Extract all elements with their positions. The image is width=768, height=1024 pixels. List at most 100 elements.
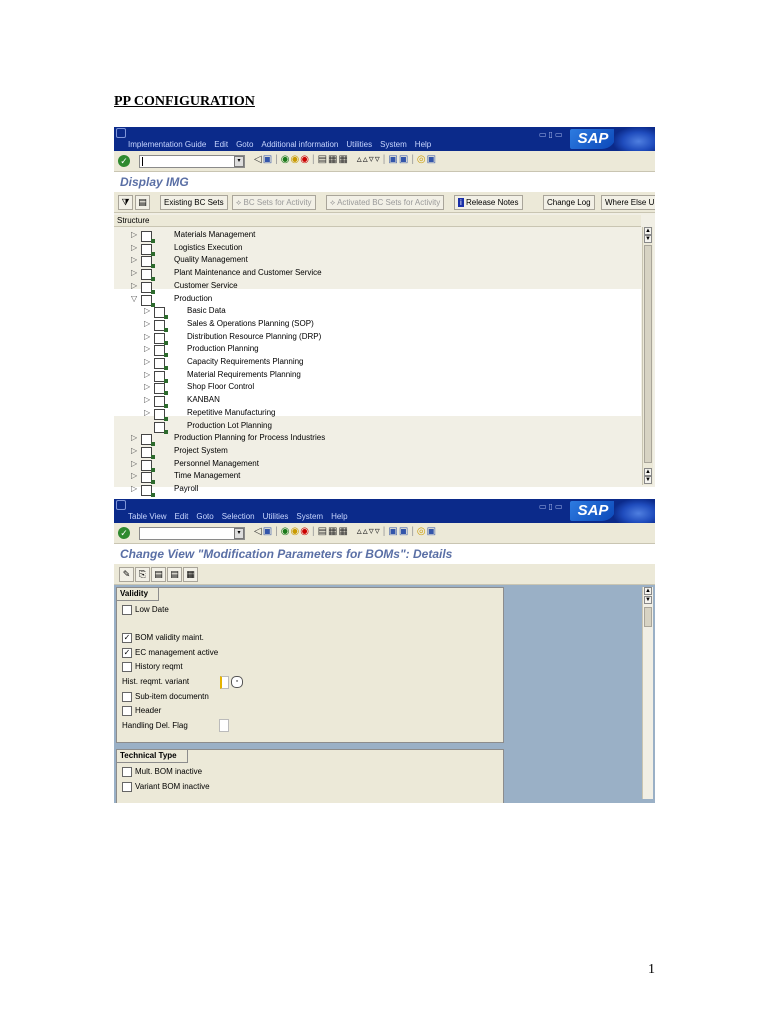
expand-node-icon[interactable]: ▷ [144, 394, 152, 407]
activated-bc-sets-button[interactable]: ⟡ Activated BC Sets for Activity [326, 195, 445, 210]
tree-node[interactable]: ▷ Production Planning for Process Industr… [114, 432, 641, 447]
img-activity-icon[interactable] [141, 459, 155, 472]
img-activity-icon[interactable] [141, 485, 155, 497]
tree-node[interactable]: ▷ Basic Data [114, 305, 641, 320]
expand-node-icon[interactable]: ▷ [144, 369, 152, 382]
history-reqmt-checkbox[interactable]: History reqmt [122, 661, 183, 673]
tree-scrollbar[interactable]: ▲ ▼ ▲ ▼ [642, 227, 653, 485]
tree-node[interactable]: ▷ Distribution Resource Planning (DRP) [114, 331, 641, 345]
tree-node[interactable]: ▷ Personnel Management [114, 458, 641, 472]
window2-menu-goto[interactable]: Goto [196, 512, 213, 521]
img-activity-icon[interactable] [154, 396, 168, 409]
img-activity-icon[interactable] [154, 358, 168, 370]
filter-icon[interactable]: ⧩ [118, 195, 133, 210]
tree-node[interactable]: ▷ KANBAN [114, 394, 641, 409]
img-activity-icon[interactable] [141, 269, 155, 282]
img-activity-icon[interactable] [141, 294, 155, 307]
expand-node-icon[interactable]: ▷ [131, 267, 139, 280]
img-activity-icon[interactable] [141, 256, 155, 269]
command-history-icon[interactable]: ▾ [234, 156, 244, 167]
expand-node-icon[interactable]: ▷ [144, 318, 152, 331]
tree-node[interactable]: ▷ Customer Service [114, 280, 641, 294]
tree-node[interactable]: ▷ Sales & Operations Planning (SOP) [114, 318, 641, 332]
previous-entry-icon[interactable]: ▤ [151, 567, 166, 582]
expand-node-icon[interactable]: ▷ [131, 483, 139, 496]
window1-menu-utilities[interactable]: Utilities [346, 140, 372, 149]
command-field[interactable] [139, 155, 245, 168]
tree-node[interactable]: ▽ Production [114, 293, 641, 307]
expand-node-icon[interactable]: ▷ [144, 305, 152, 318]
tree-node[interactable]: Production Lot Planning [114, 420, 641, 434]
window2-menu-edit[interactable]: Edit [175, 512, 189, 521]
bom-validity-maint-checkbox[interactable]: ✓ BOM validity maint. [122, 632, 204, 644]
where-else-used-button[interactable]: Where Else U [601, 195, 655, 210]
tree-node[interactable]: ▷ Project System [114, 445, 641, 459]
expand-node-icon[interactable]: ▷ [144, 331, 152, 344]
window-controls[interactable]: ▭▯▭ [539, 130, 565, 139]
expand-node-icon[interactable]: ▷ [131, 458, 139, 471]
ec-management-active-checkbox[interactable]: ✓ EC management active [122, 647, 218, 659]
img-activity-icon[interactable] [141, 434, 155, 447]
expand-node-icon[interactable]: ▷ [144, 356, 152, 369]
img-activity-icon[interactable] [154, 345, 168, 358]
tree-node[interactable]: ▷ Plant Maintenance and Customer Service [114, 267, 641, 282]
next-entry-icon[interactable]: ▤ [167, 567, 182, 582]
doc-icon[interactable]: ▤ [135, 195, 150, 210]
window1-menu-additional-information[interactable]: Additional information [261, 140, 338, 149]
img-activity-icon[interactable] [154, 408, 168, 421]
copy-icon[interactable]: ⎘ [135, 567, 150, 582]
window1-menu-help[interactable]: Help [415, 140, 431, 149]
tree-node[interactable]: ▷ Shop Floor Control [114, 381, 641, 396]
expand-node-icon[interactable]: ▷ [144, 381, 152, 394]
expand-node-icon[interactable]: ▷ [131, 254, 139, 267]
window1-menu-goto[interactable]: Goto [236, 140, 253, 149]
change-log-button[interactable]: Change Log [543, 195, 595, 210]
low-date-checkbox[interactable]: Low Date [122, 604, 169, 616]
command-history-icon[interactable]: ▾ [234, 528, 244, 539]
mult-bom-inactive-checkbox[interactable]: Mult. BOM inactive [122, 766, 202, 778]
expand-node-icon[interactable]: ▷ [131, 432, 139, 445]
standard-toolbar-icons[interactable]: ◁▣ | ◉◉◉ | ▤▦▦ ▵▵▿▿ | ▣▣ | ◎▣ [254, 154, 437, 165]
release-notes-button[interactable]: i Release Notes [454, 195, 523, 210]
img-activity-icon[interactable] [154, 307, 168, 320]
img-activity-icon[interactable] [141, 231, 155, 243]
window-controls[interactable]: ▭▯▭ [539, 502, 565, 511]
command-field[interactable] [139, 527, 245, 540]
img-activity-icon[interactable] [154, 421, 168, 434]
tree-node[interactable]: ▷ Logistics Execution [114, 242, 641, 256]
img-activity-icon[interactable] [154, 319, 168, 332]
window2-menu-table-view[interactable]: Table View [128, 512, 167, 521]
variable-list-icon[interactable]: ▦ [183, 567, 198, 582]
img-activity-icon[interactable] [141, 446, 155, 459]
window2-menu-system[interactable]: System [296, 512, 323, 521]
img-activity-icon[interactable] [141, 243, 155, 256]
tree-node[interactable]: ▷ Repetitive Manufacturing [114, 407, 641, 421]
hist-reqmt-variant-input[interactable] [220, 676, 229, 689]
handling-del-flag-input[interactable] [219, 719, 229, 732]
details-scrollbar[interactable]: ▲ ▼ [642, 587, 653, 799]
enter-icon[interactable]: ✓ [118, 527, 130, 539]
display-change-icon[interactable]: ✎ [119, 567, 134, 582]
expand-node-icon[interactable]: ▷ [144, 343, 152, 356]
tree-node[interactable]: ▷ Payroll [114, 483, 641, 497]
expand-node-icon[interactable]: ▷ [131, 445, 139, 458]
window-menu-icon[interactable] [116, 128, 126, 138]
img-activity-icon[interactable] [141, 472, 155, 485]
window1-menu-system[interactable]: System [380, 140, 407, 149]
img-activity-icon[interactable] [154, 332, 168, 345]
sub-item-documentn-checkbox[interactable]: Sub-item documentn [122, 691, 209, 703]
window-menu-icon[interactable] [116, 500, 126, 510]
header-checkbox[interactable]: Header [122, 705, 161, 717]
window2-menu-selection[interactable]: Selection [222, 512, 255, 521]
window1-menu-edit[interactable]: Edit [214, 140, 228, 149]
existing-bc-sets-button[interactable]: Existing BC Sets [160, 195, 228, 210]
img-activity-icon[interactable] [154, 370, 168, 383]
expand-node-icon[interactable]: ▷ [131, 280, 139, 293]
expand-node-icon[interactable]: ▷ [144, 407, 152, 420]
expand-node-icon[interactable]: ▷ [131, 242, 139, 255]
img-activity-icon[interactable] [154, 383, 168, 396]
collapse-node-icon[interactable]: ▽ [131, 293, 139, 306]
value-help-icon[interactable]: ▫ [231, 676, 243, 688]
standard-toolbar-icons[interactable]: ◁▣ | ◉◉◉ | ▤▦▦ ▵▵▿▿ | ▣▣ | ◎▣ [254, 526, 437, 537]
expand-node-icon[interactable]: ▷ [131, 470, 139, 483]
